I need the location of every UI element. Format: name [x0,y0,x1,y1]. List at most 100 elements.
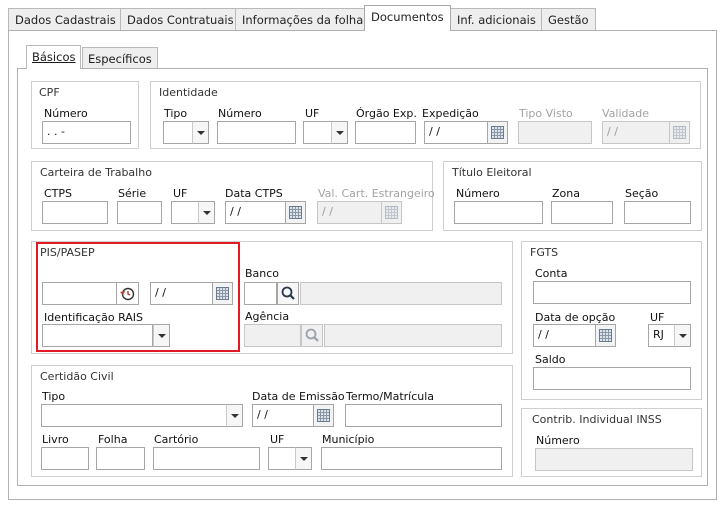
subtab-basicos[interactable]: Básicos [26,45,82,69]
fgts-conta-label: Conta [535,267,568,280]
chevron-down-icon[interactable] [198,201,215,224]
fgts-saldo-input[interactable] [533,367,691,390]
identidade-tipo-visto-input [518,121,592,144]
tab-dados-contratuais[interactable]: Dados Contratuais [120,8,241,30]
calendar-glyph [289,206,302,219]
identidade-uf-select[interactable] [303,121,332,144]
fgts-uf-select[interactable]: RJ [648,324,675,347]
calendar-icon[interactable] [488,121,508,144]
identidade-numero-label: Número [218,107,262,120]
group-title: CPF [39,86,60,99]
certidao-tipo-select[interactable] [41,404,227,427]
ctps-data-label: Data CTPS [225,187,283,200]
titulo-zona-label: Zona [552,187,580,200]
identidade-numero-input[interactable] [217,121,296,144]
titulo-zona-input[interactable] [551,201,613,224]
certidao-livro-input[interactable] [41,447,89,470]
search-glyph [305,328,319,342]
calendar-icon[interactable] [596,324,616,347]
identidade-validade-label: Validade [602,107,649,120]
subtab-especificos[interactable]: Específicos [82,47,158,69]
certidao-uf-select[interactable] [268,447,296,470]
chevron-down-icon[interactable] [295,447,312,470]
identidade-orgao-label: Órgão Exp. [356,107,417,120]
ctps-uf-select[interactable] [171,201,199,224]
calendar-glyph [317,409,330,422]
calendar-icon[interactable] [286,201,306,224]
tab-label: Dados Contratuais [127,13,234,27]
ctps-serie-input[interactable] [117,201,162,224]
calendar-glyph [385,206,398,219]
fgts-conta-input[interactable] [533,281,691,304]
tab-dados-cadastrais[interactable]: Dados Cadastrais [8,8,123,30]
pis-banco-input[interactable] [244,282,277,305]
ctps-input[interactable] [42,201,108,224]
chevron-down-icon[interactable] [331,121,348,144]
fgts-data-opcao-input[interactable]: / / [533,324,596,347]
certidao-data-emissao-label: Data de Emissão [252,390,345,403]
identidade-expedicao-label: Expedição [422,107,479,120]
pis-banco-label: Banco [245,267,280,280]
subtab-label: Básicos [32,50,76,64]
identidade-tipo-select[interactable] [163,121,193,144]
search-icon[interactable] [277,282,299,305]
certidao-uf-label: UF [270,433,285,446]
tab-label: Dados Cadastrais [15,13,116,27]
ctps-label: CTPS [44,187,73,200]
chevron-down-icon[interactable] [674,324,691,347]
tab-label: Inf. adicionais [457,13,536,27]
chevron-down-icon[interactable] [192,121,209,144]
search-icon [301,324,323,347]
group-title: Título Eleitoral [452,166,532,179]
tab-documentos[interactable]: Documentos [364,5,451,31]
fgts-uf-label: UF [650,311,665,324]
certidao-livro-label: Livro [42,433,69,446]
group-title: Contrib. Individual INSS [532,413,662,426]
ctps-data-input[interactable]: / / [225,201,286,224]
tab-label: Informações da folha [242,13,364,27]
tab-label: Documentos [371,10,444,24]
pis-agencia-input [244,324,301,347]
certidao-termo-input[interactable] [345,404,502,427]
certidao-data-emissao-input[interactable]: / / [252,404,314,427]
inss-numero-label: Número [536,434,580,447]
ctps-serie-label: Série [118,187,147,200]
fgts-data-opcao-label: Data de opção [535,311,616,324]
titulo-numero-input[interactable] [454,201,543,224]
calendar-icon [382,201,402,224]
certidao-tipo-label: Tipo [42,390,66,403]
titulo-secao-label: Seção [625,187,659,200]
ctps-val-estrangeiro-input: / / [317,201,382,224]
tab-inf-adicionais[interactable]: Inf. adicionais [450,8,543,30]
certidao-cartorio-input[interactable] [153,447,260,470]
pis-agencia-label: Agência [245,310,290,323]
certidao-municipio-input[interactable] [321,447,502,470]
identidade-expedicao-input[interactable]: / / [424,121,488,144]
calendar-glyph [673,126,686,139]
subtab-label: Específicos [88,52,152,66]
chevron-down-icon[interactable] [226,404,243,427]
cpf-numero-input[interactable]: . . - [42,121,131,144]
group-title: FGTS [530,246,559,259]
certidao-folha-input[interactable] [96,447,145,470]
tab-informacoes-folha[interactable]: Informações da folha [235,8,371,30]
inss-numero-input [535,448,693,471]
calendar-glyph [599,329,612,342]
highlight-box [36,242,240,352]
calendar-icon[interactable] [314,404,334,427]
search-glyph [281,286,295,300]
identidade-tipo-label: Tipo [164,107,188,120]
cpf-numero-label: Número [44,107,88,120]
certidao-cartorio-label: Cartório [154,433,199,446]
identidade-orgao-input[interactable] [355,121,416,144]
tab-gestao[interactable]: Gestão [541,8,596,30]
pis-banco-nome-input [300,282,502,305]
certidao-municipio-label: Município [322,433,375,446]
identidade-uf-label: UF [305,107,320,120]
identidade-tipo-visto-label: Tipo Visto [519,107,573,120]
titulo-secao-input[interactable] [624,201,691,224]
ctps-val-estrangeiro-label: Val. Cart. Estrangeiro [318,187,435,200]
pis-agencia-nome-input [324,324,502,347]
group-title: Carteira de Trabalho [40,166,152,179]
calendar-glyph [491,126,504,139]
